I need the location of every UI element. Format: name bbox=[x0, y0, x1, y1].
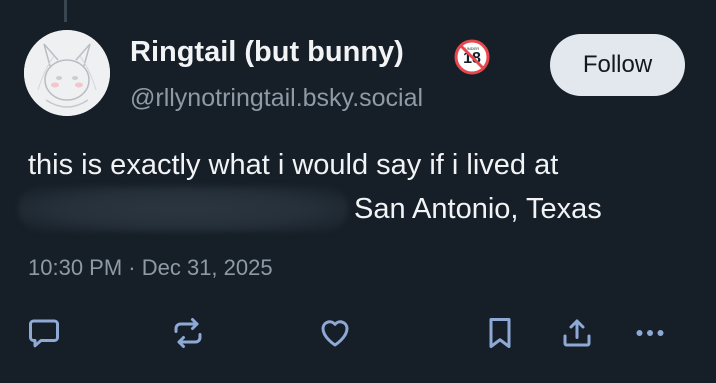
redacted-text-blur bbox=[18, 186, 348, 232]
post-text-line-2: San Antonio, Texas bbox=[354, 193, 602, 225]
bookmark-icon bbox=[489, 318, 511, 348]
author-display-name[interactable]: Ringtail (but bunny) bbox=[130, 36, 404, 69]
bookmark-button[interactable] bbox=[480, 313, 520, 353]
more-options-button[interactable] bbox=[630, 313, 670, 353]
author-handle[interactable]: @rllynotringtail.bsky.social bbox=[130, 84, 423, 113]
post-text-line-1: this is exactly what i would say if i li… bbox=[28, 149, 559, 181]
follow-button[interactable]: Follow bbox=[550, 34, 685, 96]
repost-icon bbox=[174, 318, 202, 348]
avatar[interactable] bbox=[24, 30, 110, 116]
like-button[interactable] bbox=[315, 313, 355, 353]
share-button[interactable] bbox=[557, 313, 597, 353]
repost-button[interactable] bbox=[168, 313, 208, 353]
adult-content-18-icon: 18 UNDER bbox=[454, 39, 490, 75]
post-timestamp[interactable]: 10:30 PM · Dec 31, 2025 bbox=[28, 255, 273, 281]
post-card: Ringtail (but bunny) 18 UNDER @rllynotri… bbox=[0, 0, 716, 383]
reply-icon bbox=[29, 319, 59, 348]
more-options-icon bbox=[636, 330, 664, 336]
share-icon bbox=[563, 319, 591, 347]
avatar-illustration bbox=[24, 30, 110, 116]
like-icon bbox=[321, 320, 349, 347]
reply-button[interactable] bbox=[24, 313, 64, 353]
thread-connector-line bbox=[64, 0, 67, 22]
